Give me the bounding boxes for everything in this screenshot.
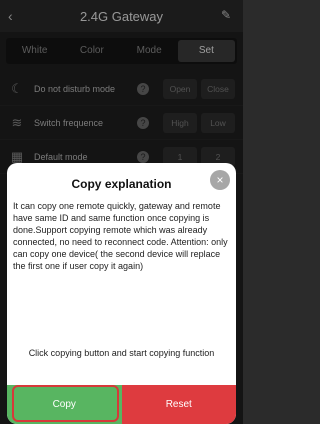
dialog-body-text: It can copy one remote quickly, gateway …	[13, 201, 228, 271]
copy-button-highlight	[12, 385, 119, 422]
close-icon[interactable]: ×	[210, 170, 230, 190]
dialog-title: Copy explanation	[71, 177, 172, 191]
dialog-hint-text: Click copying button and start copying f…	[28, 348, 215, 358]
reset-button[interactable]: Reset	[121, 385, 236, 424]
